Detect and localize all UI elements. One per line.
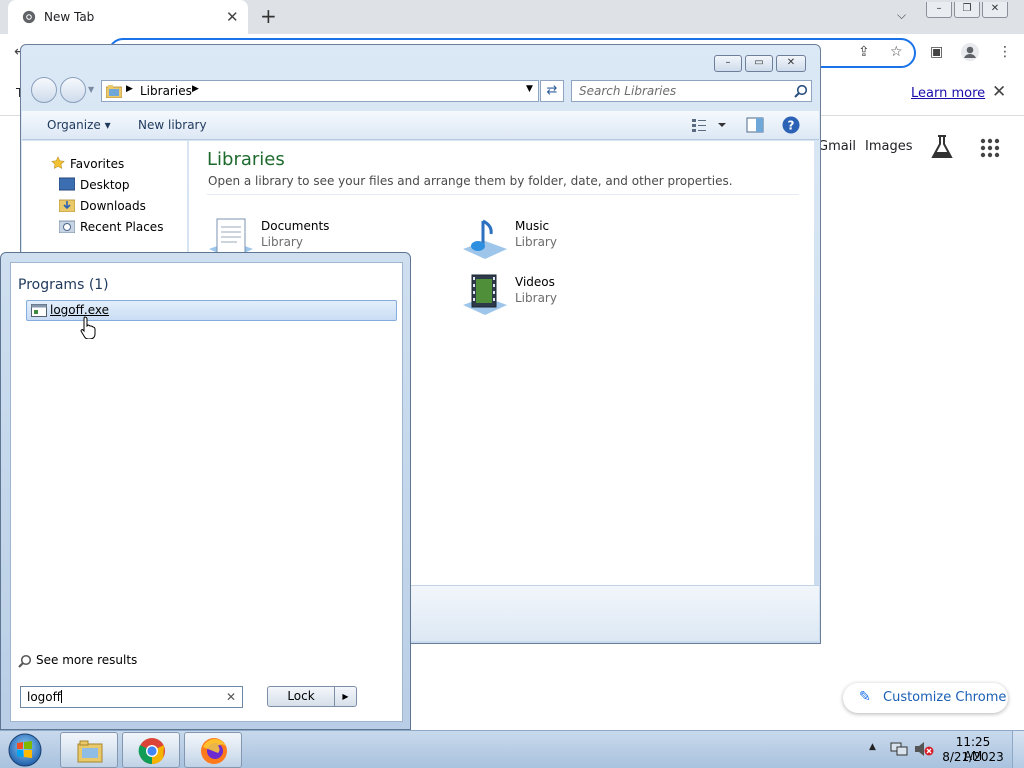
nav-favorites[interactable]: Favorites [70, 157, 124, 171]
start-menu-results-panel: Programs (1) logoff.exe See more results [10, 262, 403, 722]
start-orb-icon[interactable] [5, 732, 45, 768]
learn-more-link[interactable]: Learn more [911, 86, 985, 101]
show-hidden-icons-arrow-icon[interactable]: ▲ [869, 742, 876, 752]
chrome-icon [138, 738, 165, 765]
start-search-value: logoff [27, 690, 61, 704]
libraries-description: Open a library to see your files and arr… [208, 174, 733, 188]
help-icon[interactable]: ? [782, 116, 800, 134]
show-desktop-button[interactable] [1012, 731, 1024, 768]
explorer-command-bar: Organize ▾ New library ? [22, 111, 819, 140]
favorites-star-icon [51, 156, 65, 169]
chrome-tab-new-tab[interactable]: New Tab ✕ [8, 0, 248, 34]
shutdown-options-arrow-icon[interactable]: ▶ [335, 686, 357, 707]
executable-icon [31, 304, 47, 317]
profile-avatar-icon[interactable] [960, 42, 980, 62]
explorer-minimize-button[interactable]: – [714, 55, 742, 72]
nav-desktop[interactable]: Desktop [80, 178, 130, 192]
start-search-input[interactable]: logoff [20, 686, 243, 708]
library-name: Music [515, 219, 550, 233]
network-icon[interactable] [890, 741, 908, 757]
library-type: Library [515, 235, 557, 249]
infobar-close-icon[interactable]: ✕ [992, 82, 1006, 102]
hand-pointer-cursor-icon [80, 316, 96, 339]
chrome-tab-title: New Tab [44, 10, 95, 24]
explorer-search-input[interactable]: Search Libraries [571, 80, 812, 102]
chrome-restore-button[interactable]: ❐ [954, 2, 980, 18]
customize-chrome-button[interactable]: ✎ Customize Chrome [843, 683, 1008, 713]
bookmark-star-icon[interactable]: ☆ [890, 44, 903, 60]
new-tab-button[interactable]: + [260, 4, 277, 28]
clock-date[interactable]: 8/21/2023 [940, 750, 1006, 764]
library-videos[interactable]: Videos Library [461, 271, 661, 319]
side-panel-icon[interactable]: ▣ [930, 44, 943, 60]
videos-library-icon [463, 274, 507, 315]
nav-downloads[interactable]: Downloads [80, 199, 146, 213]
search-icon[interactable] [794, 84, 808, 98]
taskbar-firefox-button[interactable] [184, 732, 242, 768]
explorer-maximize-button[interactable]: ▭ [745, 55, 773, 72]
libraries-heading: Libraries [207, 149, 285, 170]
library-name: Videos [515, 275, 555, 289]
labs-flask-icon[interactable] [930, 134, 954, 160]
volume-muted-icon[interactable] [914, 741, 934, 757]
taskbar: ▲ 11:25 AM 8/21/2023 [0, 730, 1024, 768]
chrome-favicon-icon [22, 10, 36, 24]
gmail-link[interactable]: Gmail [818, 139, 856, 154]
breadcrumb-arrow-icon[interactable]: ▶ [192, 84, 199, 94]
music-library-icon [463, 219, 507, 259]
libraries-folder-icon [106, 85, 122, 98]
share-icon[interactable]: ⇪ [858, 44, 870, 60]
explorer-back-button[interactable] [31, 77, 57, 103]
chrome-menu-icon[interactable]: ⋮ [998, 44, 1012, 60]
lock-button[interactable]: Lock [267, 686, 335, 707]
customize-chrome-label: Customize Chrome [883, 690, 1007, 705]
desktop-icon [59, 177, 75, 191]
firefox-icon [201, 738, 227, 764]
library-type: Library [515, 291, 557, 305]
refresh-icon[interactable]: ⇄ [540, 80, 564, 102]
chrome-tab-close-icon[interactable]: ✕ [226, 8, 239, 26]
start-menu: Programs (1) logoff.exe See more results [0, 252, 411, 730]
explorer-address-bar[interactable]: ▶ Libraries ▶ ▼ [101, 80, 539, 102]
images-link[interactable]: Images [865, 139, 913, 154]
programs-group-header: Programs (1) [18, 277, 109, 293]
new-library-button[interactable]: New library [138, 118, 207, 132]
chrome-tabstrip: New Tab ✕ + ⌵ – ❐ ✕ [0, 0, 1024, 34]
explorer-forward-button[interactable] [60, 77, 86, 103]
recent-pages-chevron-icon[interactable]: ▼ [88, 85, 94, 94]
google-apps-grid-icon[interactable] [980, 138, 1000, 158]
chrome-minimize-button[interactable]: – [926, 2, 952, 18]
recent-places-icon [59, 220, 75, 233]
chrome-window-controls: – ❐ ✕ [926, 0, 1020, 18]
nav-recent-places[interactable]: Recent Places [80, 220, 163, 234]
heading-divider [207, 194, 799, 195]
breadcrumb-arrow-icon[interactable]: ▶ [126, 84, 133, 94]
preview-pane-icon[interactable] [746, 117, 764, 133]
taskbar-explorer-button[interactable] [60, 732, 118, 768]
see-more-results-link[interactable]: See more results [36, 653, 137, 667]
breadcrumb-libraries[interactable]: Libraries [140, 84, 192, 98]
see-more-search-icon [18, 654, 32, 668]
taskbar-chrome-button[interactable] [122, 732, 180, 768]
explorer-search-placeholder: Search Libraries [579, 84, 677, 98]
pencil-icon: ✎ [859, 689, 871, 705]
downloads-folder-icon [59, 199, 75, 212]
library-music[interactable]: Music Library [461, 215, 661, 263]
library-type: Library [261, 235, 303, 249]
clear-search-icon[interactable]: ✕ [226, 690, 236, 704]
svg-text:?: ? [788, 119, 795, 133]
tab-search-chevron-icon[interactable]: ⌵ [897, 8, 906, 23]
library-name: Documents [261, 219, 330, 233]
organize-label: Organize [47, 118, 101, 132]
explorer-icon [77, 740, 103, 763]
chrome-close-button[interactable]: ✕ [982, 2, 1008, 18]
text-caret [60, 690, 62, 703]
organize-menu-button[interactable]: Organize ▾ [47, 118, 111, 132]
address-dropdown-icon[interactable]: ▼ [526, 84, 533, 94]
change-view-icon[interactable] [692, 118, 726, 132]
explorer-close-button[interactable]: ✕ [776, 55, 806, 72]
explorer-caption-buttons: – ▭ ✕ [714, 54, 809, 72]
